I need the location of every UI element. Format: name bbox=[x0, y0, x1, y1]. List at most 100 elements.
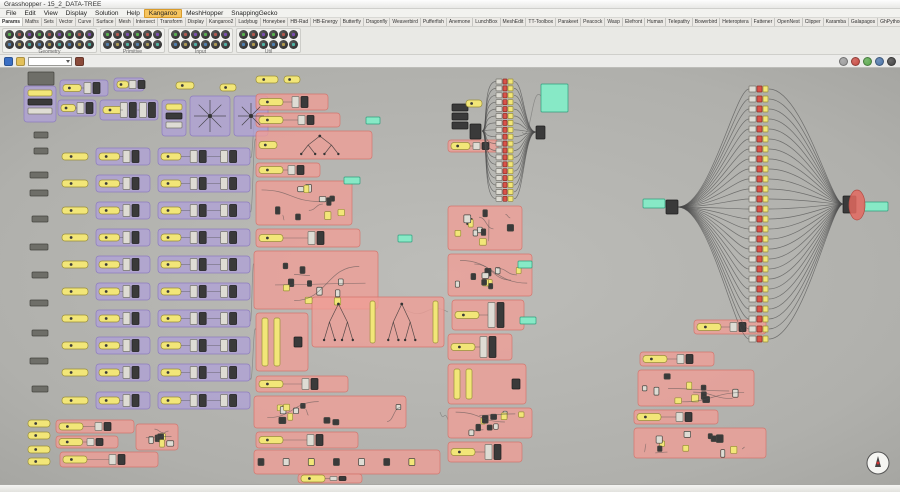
gh-component[interactable] bbox=[756, 255, 763, 263]
gh-component[interactable] bbox=[756, 85, 763, 93]
vertical-slider[interactable] bbox=[273, 317, 281, 367]
gh-component[interactable] bbox=[451, 103, 469, 112]
gh-component[interactable] bbox=[299, 266, 306, 274]
number-slider[interactable] bbox=[98, 396, 120, 405]
number-slider[interactable] bbox=[450, 448, 476, 456]
gh-component[interactable] bbox=[686, 381, 693, 390]
slider-grip[interactable] bbox=[644, 415, 647, 419]
number-slider[interactable] bbox=[27, 89, 53, 97]
slider-grip[interactable] bbox=[288, 78, 291, 81]
gh-component[interactable] bbox=[139, 102, 147, 118]
gh-component[interactable] bbox=[33, 131, 49, 139]
gh-component[interactable] bbox=[495, 99, 503, 106]
gh-component[interactable] bbox=[518, 411, 525, 418]
component-icon[interactable] bbox=[123, 30, 132, 39]
gh-component[interactable] bbox=[511, 378, 521, 390]
gh-component[interactable] bbox=[198, 231, 207, 244]
gh-component[interactable] bbox=[762, 215, 769, 223]
number-slider[interactable] bbox=[98, 233, 120, 242]
gh-component[interactable] bbox=[756, 315, 763, 323]
number-slider[interactable] bbox=[60, 104, 76, 112]
gh-component[interactable] bbox=[122, 285, 131, 298]
slider-grip[interactable] bbox=[69, 182, 73, 185]
gh-component[interactable] bbox=[131, 366, 140, 379]
gh-component[interactable] bbox=[756, 145, 763, 153]
number-slider[interactable] bbox=[61, 287, 89, 296]
number-slider[interactable] bbox=[454, 311, 480, 319]
gh-component[interactable] bbox=[229, 312, 237, 325]
gh-component[interactable] bbox=[198, 204, 207, 217]
gh-component[interactable] bbox=[762, 195, 769, 203]
gh-component[interactable] bbox=[481, 272, 490, 279]
gh-component[interactable] bbox=[762, 205, 769, 213]
component-icon[interactable] bbox=[279, 30, 288, 39]
gh-component[interactable] bbox=[748, 335, 757, 343]
number-slider[interactable] bbox=[98, 179, 120, 188]
component-icon[interactable] bbox=[191, 30, 200, 39]
number-slider[interactable] bbox=[300, 474, 326, 483]
tab-hb-energy[interactable]: HB-Energy bbox=[311, 18, 341, 26]
number-slider[interactable] bbox=[98, 341, 120, 350]
tab-surface[interactable]: Surface bbox=[94, 18, 117, 26]
number-slider[interactable] bbox=[175, 81, 195, 90]
tab-peacock[interactable]: Peacock bbox=[581, 18, 606, 26]
gh-component[interactable] bbox=[502, 154, 508, 161]
gh-component[interactable] bbox=[748, 195, 757, 203]
gh-component[interactable] bbox=[283, 284, 290, 292]
gh-component[interactable] bbox=[493, 444, 502, 460]
slider-grip[interactable] bbox=[34, 448, 38, 451]
component-icon[interactable] bbox=[249, 30, 258, 39]
number-slider[interactable] bbox=[61, 179, 89, 188]
slider-grip[interactable] bbox=[104, 263, 108, 266]
gh-component[interactable] bbox=[229, 366, 237, 379]
gh-component[interactable] bbox=[131, 394, 140, 407]
slider-grip[interactable] bbox=[166, 182, 170, 185]
gh-component[interactable] bbox=[337, 209, 345, 217]
gh-component[interactable] bbox=[685, 354, 694, 364]
gh-component[interactable] bbox=[507, 120, 514, 126]
component-icon[interactable] bbox=[133, 40, 142, 49]
gh-component[interactable] bbox=[756, 125, 763, 133]
gh-component[interactable] bbox=[31, 385, 49, 393]
gh-component[interactable] bbox=[495, 140, 503, 147]
slider-grip[interactable] bbox=[69, 290, 73, 293]
slider-grip[interactable] bbox=[67, 86, 71, 90]
component-icon[interactable] bbox=[201, 30, 210, 39]
gh-component[interactable] bbox=[730, 445, 738, 454]
tab-mesh[interactable]: Mesh bbox=[116, 18, 134, 26]
number-slider[interactable] bbox=[258, 116, 284, 124]
gh-component[interactable] bbox=[493, 423, 499, 430]
gh-component[interactable] bbox=[756, 235, 763, 243]
gh-component[interactable] bbox=[756, 225, 763, 233]
gh-component[interactable] bbox=[229, 339, 237, 352]
gh-component[interactable] bbox=[131, 312, 140, 325]
number-slider[interactable] bbox=[258, 380, 284, 388]
component-icon[interactable] bbox=[211, 30, 220, 39]
gh-component[interactable] bbox=[762, 185, 769, 193]
number-slider[interactable] bbox=[450, 142, 471, 150]
gh-component[interactable] bbox=[310, 378, 319, 390]
gh-component[interactable] bbox=[762, 295, 769, 303]
number-slider[interactable] bbox=[219, 83, 237, 92]
gh-component[interactable] bbox=[122, 258, 131, 271]
data-panel[interactable] bbox=[642, 198, 666, 209]
slider-grip[interactable] bbox=[69, 263, 73, 266]
gh-component[interactable] bbox=[748, 175, 757, 183]
number-slider[interactable] bbox=[98, 287, 120, 296]
gh-component[interactable] bbox=[756, 195, 763, 203]
gh-component[interactable] bbox=[507, 182, 514, 188]
tab-hb-rad[interactable]: HB-Rad bbox=[288, 18, 312, 26]
slider-grip[interactable] bbox=[65, 440, 69, 444]
slider-grip[interactable] bbox=[104, 317, 108, 320]
gh-component[interactable] bbox=[198, 312, 207, 325]
component-icon[interactable] bbox=[181, 30, 190, 39]
slider-grip[interactable] bbox=[104, 155, 108, 158]
component-icon[interactable] bbox=[103, 40, 112, 49]
gh-component[interactable] bbox=[229, 394, 237, 407]
gh-component[interactable] bbox=[748, 245, 757, 253]
gh-component[interactable] bbox=[495, 161, 503, 168]
tab-parakeet[interactable]: Parakeet bbox=[556, 18, 582, 26]
slider-grip[interactable] bbox=[104, 236, 108, 239]
gh-component[interactable] bbox=[507, 195, 514, 202]
number-slider[interactable] bbox=[696, 323, 722, 331]
